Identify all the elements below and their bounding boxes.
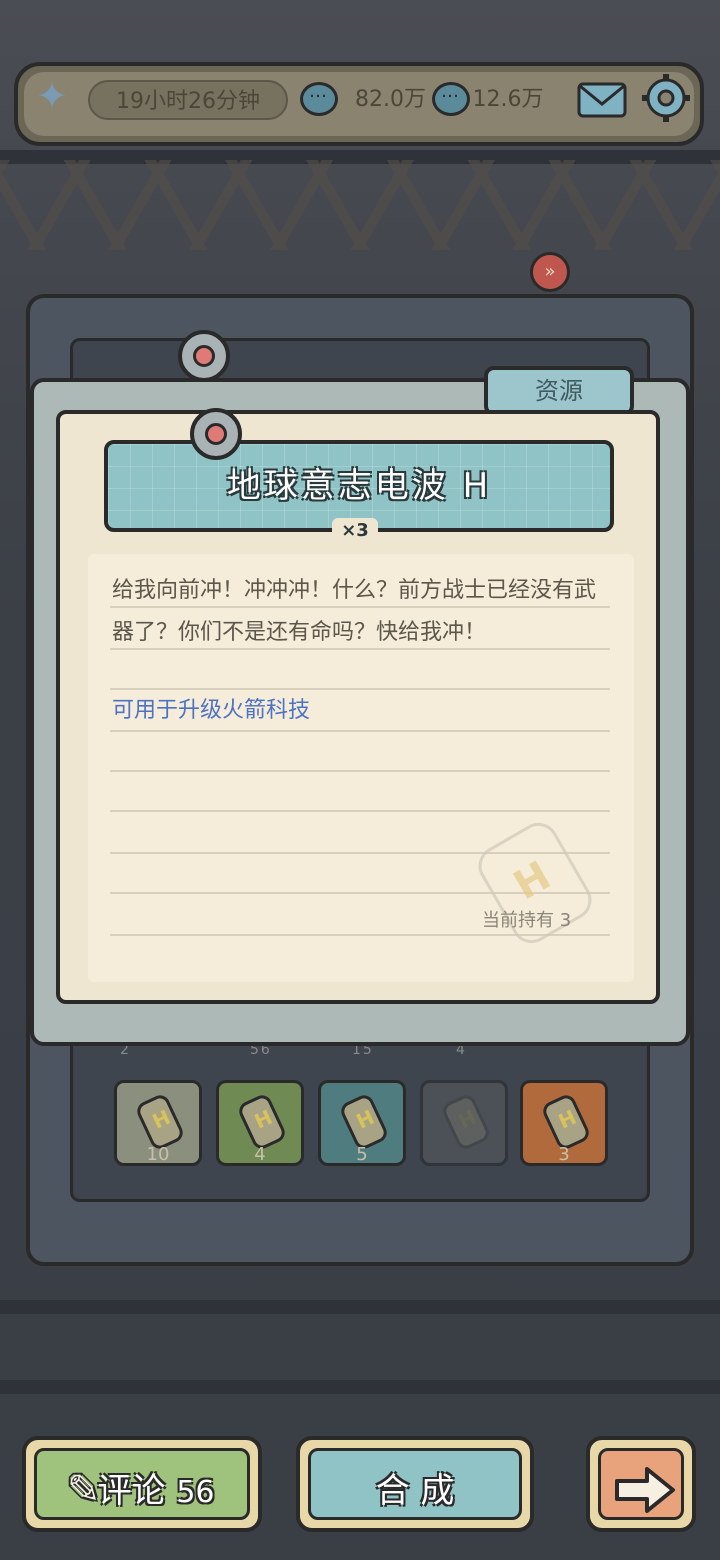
radio-tube-icon (236, 1092, 288, 1152)
comment-button-face: ✎ 评论 56 (34, 1448, 250, 1520)
rail (0, 1300, 720, 1314)
ruled-line (110, 770, 610, 772)
radio-tube-icon (338, 1092, 390, 1152)
inventory-slot[interactable] (420, 1080, 508, 1166)
arrow-right-icon (615, 1467, 675, 1513)
knob-decoration (178, 330, 230, 382)
comment-button[interactable]: ✎ 评论 56 (22, 1436, 262, 1532)
inventory-slot[interactable]: 5 (318, 1080, 406, 1166)
ruled-line (110, 688, 610, 690)
tab-resources[interactable]: 资源 (484, 366, 634, 416)
next-button[interactable] (586, 1436, 696, 1532)
inventory-slot[interactable]: 3 (520, 1080, 608, 1166)
ruled-line (110, 810, 610, 812)
rail (0, 1380, 720, 1394)
bolt-icon[interactable]: ✦ (30, 74, 74, 118)
comment-label: 评论 56 (97, 1471, 215, 1511)
truss-decoration (0, 160, 720, 250)
item-usage-text: 可用于升级火箭科技 (112, 698, 311, 723)
held-label: 当前持有 (482, 910, 554, 931)
inventory-slot[interactable]: 10 (114, 1080, 202, 1166)
currency1-value: 82.0万 (355, 87, 426, 112)
currency2-value: 12.6万 (472, 87, 544, 112)
held-number: 3 (559, 910, 572, 931)
radio-tube-icon (440, 1092, 492, 1152)
synthesize-button-face: 合 成 (308, 1448, 522, 1520)
radio-tube-icon (540, 1092, 592, 1152)
slot-count: 4 (254, 1144, 266, 1165)
gear-icon[interactable] (640, 72, 692, 124)
item-quantity-badge: ×3 (332, 518, 378, 544)
next-button-face (598, 1448, 684, 1520)
radio-tube-icon (134, 1092, 186, 1152)
ruled-line (110, 730, 610, 732)
timer-pill: 19小时26分钟 (88, 80, 288, 120)
timer-text: 19小时26分钟 (116, 89, 260, 114)
slot-count: 10 (146, 1144, 170, 1165)
synthesize-label: 合 成 (375, 1471, 455, 1511)
synthesize-button[interactable]: 合 成 (296, 1436, 534, 1532)
knob-decoration (190, 408, 242, 460)
slot-count: 5 (356, 1144, 368, 1165)
skip-button[interactable]: » (530, 252, 570, 292)
held-count: 当前持有 3 (482, 906, 571, 932)
mail-icon[interactable] (576, 76, 628, 120)
item-title: 地球意志电波 H (226, 466, 492, 506)
currency1-pill: 82.0万 (330, 80, 434, 120)
item-description: 给我向前冲！冲冲冲！什么？前方战士已经没有武器了？你们不是还有命吗？快给我冲！ (112, 578, 597, 645)
currency2-pill: 12.6万 (458, 80, 558, 120)
slot-count: 3 (558, 1144, 570, 1165)
inventory-slot[interactable]: 4 (216, 1080, 304, 1166)
